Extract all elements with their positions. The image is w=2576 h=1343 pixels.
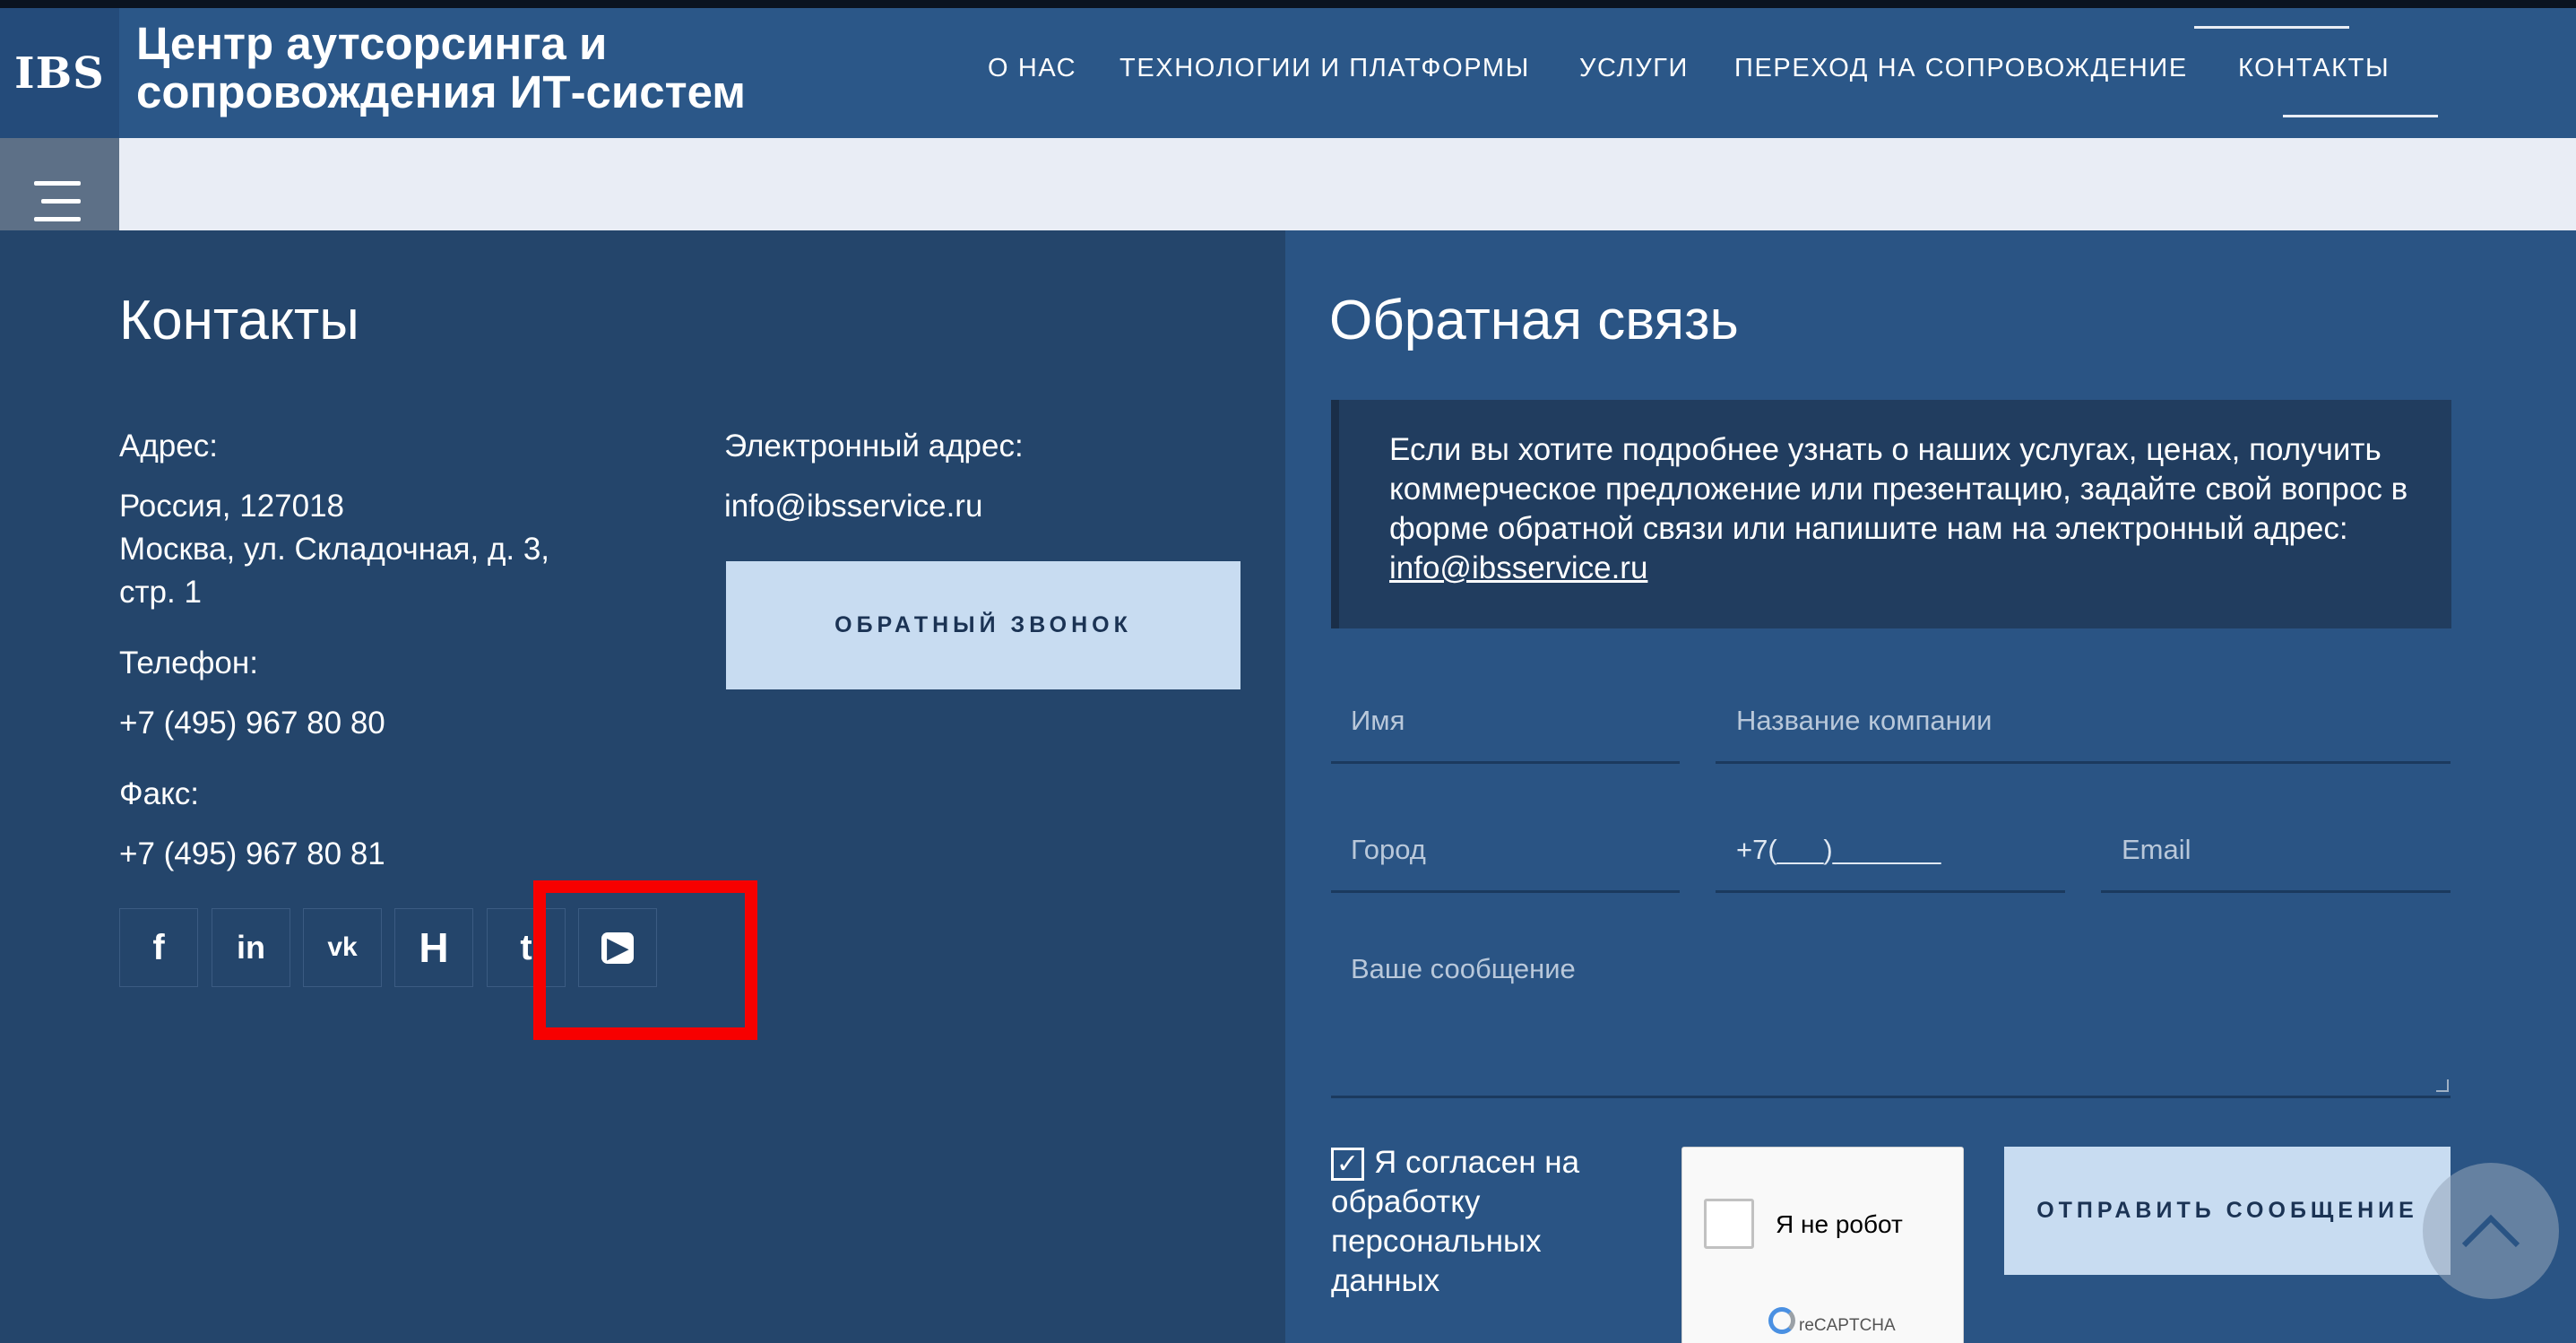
- linkedin-glyph: in: [237, 929, 265, 966]
- top-border: [0, 0, 2576, 8]
- red-highlight-box: [533, 880, 757, 1040]
- agree-checkbox[interactable]: ✓: [1331, 1148, 1364, 1181]
- resize-handle-icon[interactable]: [2436, 1079, 2449, 1092]
- address-line1: Россия, 127018: [119, 489, 345, 524]
- checkmark-icon: ✓: [1336, 1149, 1360, 1179]
- scroll-to-top-button[interactable]: [2423, 1163, 2559, 1299]
- city-field[interactable]: Город: [1351, 834, 1426, 866]
- callback-button[interactable]: ОБРАТНЫЙ ЗВОНОК: [726, 561, 1240, 689]
- nav-technologies[interactable]: ТЕХНОЛОГИИ И ПЛАТФОРМЫ: [1119, 54, 1530, 83]
- fax-value: +7 (495) 967 80 81: [119, 836, 385, 871]
- address-label: Адрес:: [119, 429, 218, 464]
- linkedin-icon[interactable]: in: [212, 908, 290, 987]
- phone-label: Телефон:: [119, 646, 258, 680]
- phone-field-underline: [1716, 890, 2065, 893]
- nav-active-line-top: [2194, 26, 2349, 29]
- facebook-glyph: f: [152, 927, 165, 967]
- recaptcha-brand: reCAPTCHA: [1799, 1316, 1896, 1335]
- nav-transition[interactable]: ПЕРЕХОД НА СОПРОВОЖДЕНИЕ: [1734, 54, 2188, 83]
- vk-icon[interactable]: vk: [303, 908, 382, 987]
- address-line3: стр. 1: [119, 575, 202, 610]
- email-field-underline: [2101, 890, 2451, 893]
- chevron-up-icon: [2461, 1214, 2520, 1248]
- email-label: Электронный адрес:: [724, 429, 1024, 464]
- sub-bar: [119, 138, 2576, 230]
- name-field[interactable]: Имя: [1351, 705, 1405, 737]
- name-field-underline: [1331, 761, 1680, 764]
- contacts-title: Контакты: [119, 290, 359, 351]
- company-field[interactable]: Название компании: [1736, 705, 1992, 737]
- recaptcha-logo-icon: [1768, 1307, 1795, 1334]
- hh-icon[interactable]: H: [394, 908, 473, 987]
- logo-text: IBS: [14, 48, 105, 99]
- phone-value[interactable]: +7 (495) 967 80 80: [119, 702, 385, 745]
- feedback-title: Обратная связь: [1329, 290, 1739, 351]
- feedback-info-text: Если вы хотите подробнее узнать о наших …: [1389, 430, 2411, 588]
- hh-glyph: H: [419, 924, 449, 971]
- site-title: Центр аутсорсинга и сопровождения ИТ-сис…: [136, 18, 747, 117]
- ibs-logo[interactable]: IBS: [0, 8, 119, 138]
- fax-label: Факс:: [119, 776, 200, 811]
- vk-glyph: vk: [327, 932, 358, 962]
- twitter-glyph: t: [520, 927, 532, 967]
- nav-services[interactable]: УСЛУГИ: [1579, 54, 1689, 83]
- email-link[interactable]: info@ibsservice.ru: [724, 485, 982, 528]
- address-line2: Москва, ул. Складочная, д. 3,: [119, 532, 550, 567]
- city-field-underline: [1331, 890, 1680, 893]
- info-email-link[interactable]: info@ibsservice.ru: [1389, 550, 1647, 585]
- email-field[interactable]: Email: [2122, 834, 2191, 866]
- message-field[interactable]: Ваше сообщение: [1351, 953, 1576, 985]
- recaptcha-checkbox[interactable]: [1704, 1199, 1754, 1249]
- company-field-underline: [1716, 761, 2451, 764]
- nav-contacts[interactable]: КОНТАКТЫ: [2238, 54, 2390, 83]
- nav-about[interactable]: О НАС: [988, 54, 1076, 83]
- facebook-icon[interactable]: f: [119, 908, 198, 987]
- nav-active-line-bottom: [2283, 115, 2438, 117]
- recaptcha-label: Я не робот: [1776, 1210, 1903, 1238]
- phone-field[interactable]: +7(___)_______: [1736, 834, 1941, 866]
- info-text-body: Если вы хотите подробнее узнать о наших …: [1389, 432, 2408, 546]
- send-message-button[interactable]: ОТПРАВИТЬ СООБЩЕНИЕ: [2004, 1147, 2451, 1275]
- message-field-underline: [1331, 1096, 2451, 1098]
- recaptcha-widget: Я не робот reCAPTCHA: [1681, 1147, 1964, 1343]
- agree-label: Я согласен на обработку персональных дан…: [1331, 1145, 1580, 1298]
